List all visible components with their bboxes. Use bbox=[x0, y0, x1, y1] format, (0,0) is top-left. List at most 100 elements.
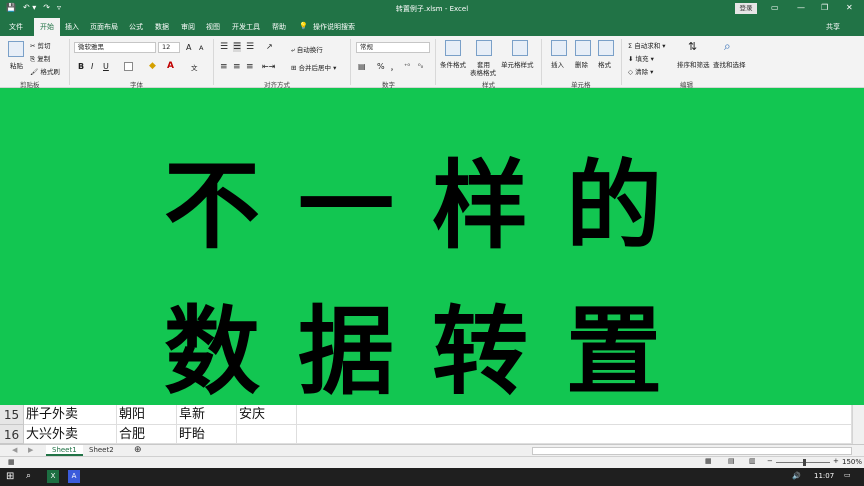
italic-button[interactable]: I bbox=[91, 62, 93, 71]
autosum-button[interactable]: Σ 自动求和 ▾ bbox=[628, 40, 666, 50]
tab-help[interactable]: 帮助 bbox=[272, 22, 286, 32]
insert-cells-icon[interactable] bbox=[551, 40, 567, 56]
login-button[interactable]: 登录 bbox=[735, 3, 757, 14]
bold-button[interactable]: B bbox=[78, 62, 84, 71]
close-icon[interactable]: ✕ bbox=[846, 3, 853, 12]
orientation-icon[interactable]: ↗ bbox=[266, 42, 273, 51]
app-taskbar-icon[interactable]: A bbox=[68, 470, 80, 483]
zoom-slider-thumb[interactable] bbox=[803, 459, 806, 466]
vertical-scrollbar[interactable] bbox=[852, 405, 864, 444]
cell[interactable]: 胖子外卖 bbox=[24, 405, 117, 425]
format-as-table-icon[interactable] bbox=[476, 40, 492, 56]
horizontal-scrollbar[interactable] bbox=[532, 447, 852, 455]
search-icon[interactable]: ⌕ bbox=[26, 471, 31, 481]
row-header[interactable]: 15 bbox=[0, 405, 24, 425]
delete-cells-icon[interactable] bbox=[575, 40, 591, 56]
align-left-icon[interactable]: ≡ bbox=[220, 62, 228, 72]
tab-formulas[interactable]: 公式 bbox=[129, 22, 143, 32]
page-layout-view-icon[interactable]: ▤ bbox=[728, 457, 735, 465]
sort-filter-icon[interactable]: ⇅ bbox=[688, 40, 697, 53]
insert-cells-button[interactable]: 插入 bbox=[551, 59, 564, 69]
format-painter-button[interactable]: 🖌 格式刷 bbox=[30, 66, 60, 76]
align-top-icon[interactable]: ☰ bbox=[220, 42, 228, 52]
shrink-font-button[interactable]: A bbox=[199, 44, 203, 52]
clear-button[interactable]: ◇ 清除 ▾ bbox=[628, 66, 653, 76]
tab-data[interactable]: 数据 bbox=[155, 22, 169, 32]
cell[interactable] bbox=[237, 425, 297, 444]
prev-sheet-icon[interactable]: ◀ bbox=[6, 445, 23, 456]
grow-font-button[interactable]: A bbox=[186, 43, 191, 52]
cut-button[interactable]: ✂ 剪切 bbox=[30, 40, 51, 50]
minimize-icon[interactable]: — bbox=[797, 3, 805, 12]
conditional-format-button[interactable]: 条件格式 bbox=[440, 59, 466, 69]
add-sheet-icon[interactable]: ⊕ bbox=[128, 445, 148, 456]
tray-volume-icon[interactable]: 🔊 bbox=[792, 472, 801, 480]
ribbon-display-icon[interactable]: ▭ bbox=[771, 3, 779, 12]
tab-view[interactable]: 视图 bbox=[206, 22, 220, 32]
cell[interactable]: 合肥 bbox=[117, 425, 177, 444]
percent-button[interactable]: % bbox=[377, 62, 385, 71]
font-size-select[interactable]: 12 bbox=[158, 42, 180, 53]
tab-review[interactable]: 审阅 bbox=[181, 22, 195, 32]
next-sheet-icon[interactable]: ▶ bbox=[22, 445, 39, 456]
cell[interactable]: 安庆 bbox=[237, 405, 297, 425]
paste-button[interactable]: 粘贴 bbox=[10, 60, 23, 70]
share-button[interactable]: 共享 bbox=[826, 22, 840, 32]
tab-developer[interactable]: 开发工具 bbox=[232, 22, 260, 32]
page-break-view-icon[interactable]: ▥ bbox=[749, 457, 756, 465]
clock[interactable]: 11:07 bbox=[814, 472, 834, 480]
borders-icon[interactable] bbox=[124, 62, 133, 71]
zoom-in-button[interactable]: + bbox=[833, 457, 839, 465]
increase-decimal-icon[interactable]: ⁺⁰ bbox=[404, 62, 410, 70]
cell[interactable]: 朝阳 bbox=[117, 405, 177, 425]
sheet-tab-sheet2[interactable]: Sheet2 bbox=[83, 445, 120, 456]
format-cells-icon[interactable] bbox=[598, 40, 614, 56]
restore-icon[interactable]: ❐ bbox=[821, 3, 828, 12]
format-cells-button[interactable]: 格式 bbox=[598, 59, 611, 69]
row-header[interactable]: 16 bbox=[0, 425, 24, 444]
paste-icon[interactable] bbox=[8, 41, 24, 57]
fill-color-icon[interactable]: ◆ bbox=[149, 61, 156, 71]
zoom-level[interactable]: 150% bbox=[842, 458, 862, 466]
tell-me-search[interactable]: 操作说明搜索 bbox=[313, 22, 355, 32]
accounting-format-icon[interactable]: ▤ bbox=[358, 62, 366, 71]
worksheet-grid[interactable]: 15 胖子外卖 朝阳 阜新 安庆 16 大兴外卖 合肥 盱眙 bbox=[0, 405, 852, 444]
cell-styles-icon[interactable] bbox=[512, 40, 528, 56]
align-right-icon[interactable]: ≡ bbox=[246, 62, 254, 72]
find-select-button[interactable]: 查找和选择 bbox=[713, 59, 746, 69]
delete-cells-button[interactable]: 删除 bbox=[575, 59, 588, 69]
copy-button[interactable]: ⎘ 复制 bbox=[30, 53, 50, 64]
zoom-out-button[interactable]: − bbox=[767, 457, 773, 465]
align-bottom-icon[interactable]: ☰ bbox=[246, 42, 254, 52]
font-color-icon[interactable]: A bbox=[167, 61, 174, 71]
indent-icon[interactable]: ⇤⇥ bbox=[262, 62, 275, 71]
macro-record-icon[interactable]: ▦ bbox=[8, 458, 15, 466]
align-center-icon[interactable]: ≡ bbox=[233, 62, 241, 72]
tab-insert[interactable]: 插入 bbox=[65, 22, 79, 32]
normal-view-icon[interactable]: ▦ bbox=[705, 457, 712, 465]
number-format-select[interactable]: 常规 bbox=[356, 42, 430, 53]
tab-home[interactable]: 开始 bbox=[34, 18, 60, 36]
find-select-icon[interactable]: ⌕ bbox=[724, 39, 731, 54]
cell-styles-button[interactable]: 单元格样式 bbox=[501, 59, 534, 69]
fill-button[interactable]: ⬇ 填充 ▾ bbox=[628, 53, 654, 63]
merge-center-button[interactable]: ⊞ 合并后居中 ▾ bbox=[291, 62, 336, 72]
underline-button[interactable]: U bbox=[103, 62, 109, 71]
cell[interactable]: 大兴外卖 bbox=[24, 425, 117, 444]
decrease-decimal-icon[interactable]: ⁰₀ bbox=[418, 62, 423, 70]
excel-taskbar-icon[interactable]: X bbox=[47, 470, 59, 483]
align-middle-icon[interactable]: ☰ bbox=[233, 42, 242, 52]
cell[interactable]: 盱眙 bbox=[177, 425, 237, 444]
sort-filter-button[interactable]: 排序和筛选 bbox=[677, 59, 710, 69]
font-name-select[interactable]: 微软雅黑 bbox=[74, 42, 156, 53]
tab-file[interactable]: 文件 bbox=[9, 22, 23, 32]
sheet-tab-sheet1[interactable]: Sheet1 bbox=[46, 445, 83, 456]
conditional-format-icon[interactable] bbox=[445, 40, 461, 56]
phonetic-button[interactable]: 文 bbox=[191, 62, 198, 72]
windows-start-icon[interactable]: ⊞ bbox=[6, 471, 14, 482]
wrap-text-button[interactable]: ⤶ 自动换行 bbox=[291, 44, 323, 55]
cell[interactable] bbox=[297, 425, 852, 444]
tab-page-layout[interactable]: 页面布局 bbox=[90, 22, 118, 32]
notification-icon[interactable]: ▭ bbox=[844, 471, 851, 479]
cell[interactable] bbox=[297, 405, 852, 425]
